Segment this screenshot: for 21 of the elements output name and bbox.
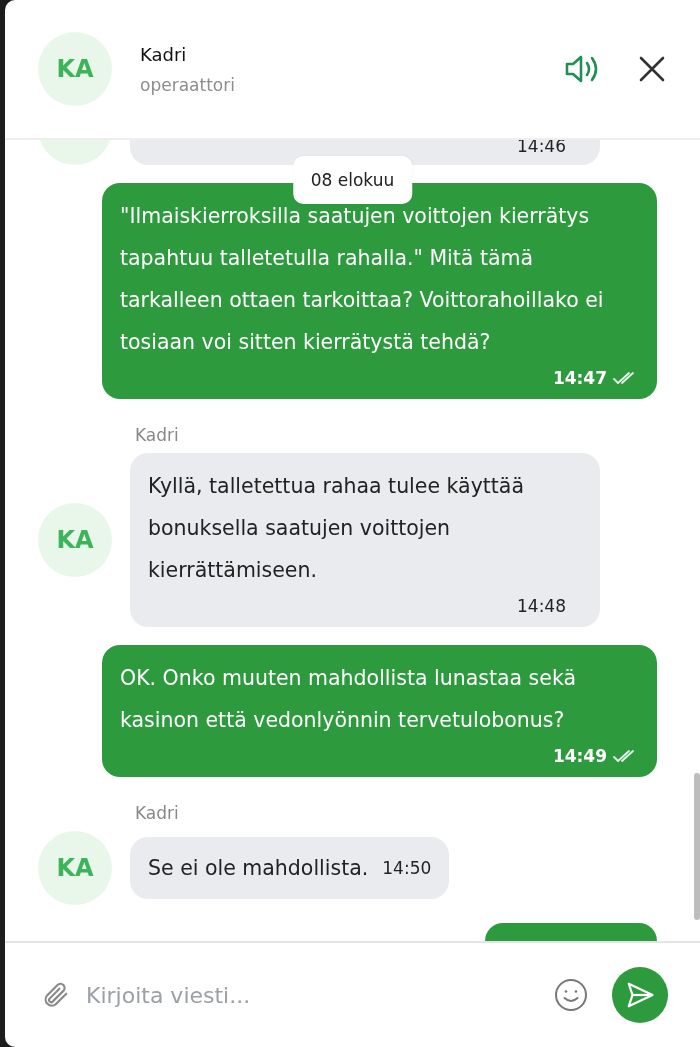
date-label: 08 elokuu [292, 156, 413, 204]
message-text: Se ei ole mahdollista. [148, 855, 369, 882]
smiley-icon [554, 978, 588, 1012]
operator-avatar: KA [38, 831, 112, 905]
message-input[interactable]: Kirjoita viesti... [84, 981, 540, 1009]
operator-name: Kadri [140, 43, 188, 65]
sender-name: Kadri [135, 803, 180, 823]
message-time: 14:48 [517, 595, 566, 618]
message-time: 14:47 [552, 367, 607, 390]
sender-name: Kadri [135, 425, 180, 445]
operator-avatar: KA [38, 503, 112, 577]
message-text: Kyllä, talletettua rahaa tulee käyttää bonuksella saatujen voittojen kierrättämiseen. [148, 473, 525, 584]
message-time: 14:50 [382, 857, 432, 880]
operator-avatar: KA [38, 32, 112, 106]
message-text: OK. Onko muuten mahdollista lunastaa sekä kasinon että vedonlyönnin tervetulobonus? [120, 665, 577, 734]
send-icon [625, 980, 655, 1010]
send-button[interactable] [612, 967, 668, 1023]
operator-role: operaattori [140, 74, 236, 95]
message-time: 14:49 [552, 745, 607, 768]
message-time: 14:46 [517, 140, 566, 158]
message-text: "Ilmaiskierroksilla saatujen voittojen kierrätys tapahtuu talletetulla rahalla." Mitä tämä tarkalleen ottaen tarkoittaa? Voittorahoillako ei tosiaan voi sitten kierrätystä tehdä? [120, 203, 605, 356]
